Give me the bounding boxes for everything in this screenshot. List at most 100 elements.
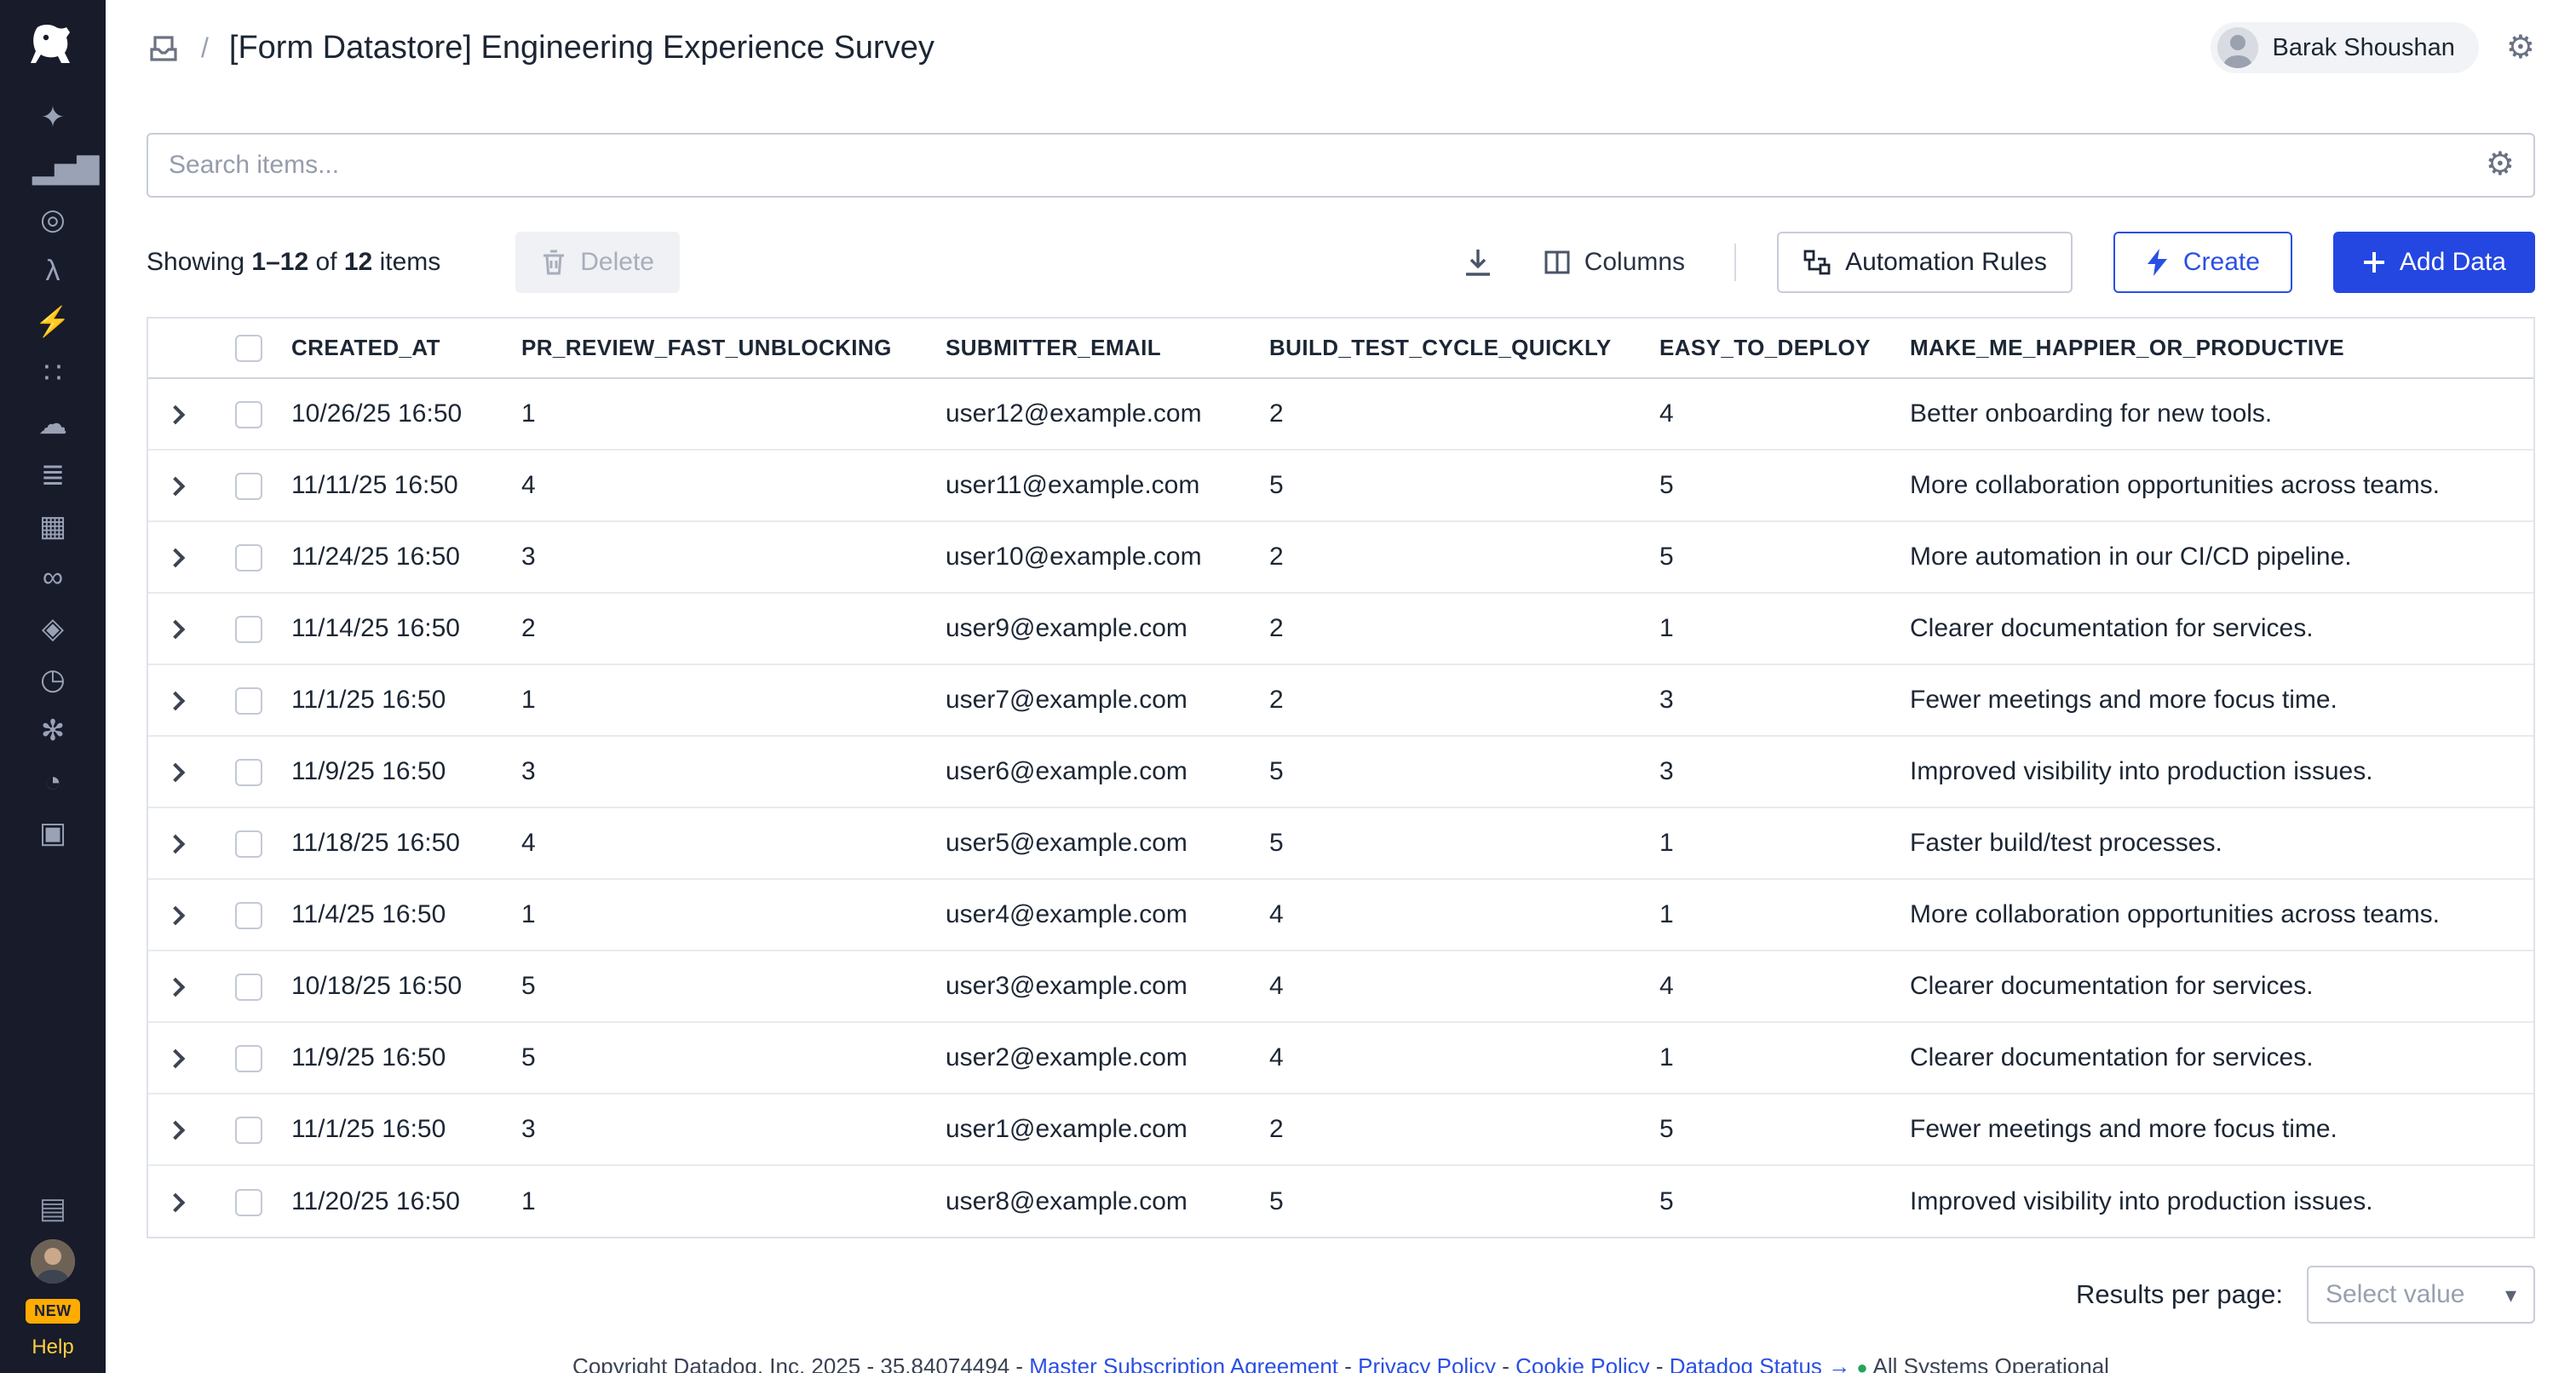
plus-icon	[2362, 250, 2386, 274]
cell-make-me-happier: Clearer documentation for services.	[1886, 1022, 2533, 1094]
cell-build-test: 2	[1245, 378, 1636, 450]
search-settings-gear-icon[interactable]: ⚙	[2486, 148, 2515, 181]
row-expand-chevron-icon[interactable]	[166, 405, 186, 425]
row-checkbox[interactable]	[235, 1045, 262, 1072]
containers-icon[interactable]: ▣	[32, 818, 73, 848]
automation-rules-button[interactable]: Automation Rules	[1777, 232, 2073, 293]
datastore-icon[interactable]	[147, 31, 181, 65]
download-icon[interactable]	[1462, 246, 1494, 279]
datadog-status-link[interactable]: Datadog Status →	[1670, 1353, 1850, 1373]
synthetics-icon[interactable]: ◎	[32, 204, 73, 235]
cell-make-me-happier: Better onboarding for new tools.	[1886, 378, 2533, 450]
row-checkbox[interactable]	[235, 974, 262, 1001]
copyright-text: Copyright Datadog, Inc. 2025 - 35.840744…	[572, 1353, 1029, 1373]
events-icon[interactable]: ⚡	[32, 307, 73, 337]
cookie-policy-link[interactable]: Cookie Policy	[1515, 1353, 1650, 1373]
automation-rules-icon	[1803, 249, 1831, 276]
settings-gear-icon[interactable]: ⚙	[2506, 32, 2535, 64]
column-header-submitter-email[interactable]: SUBMITTER_EMAIL	[922, 319, 1245, 378]
cell-easy-to-deploy: 4	[1636, 378, 1886, 450]
row-checkbox[interactable]	[235, 473, 262, 500]
row-checkbox[interactable]	[235, 759, 262, 786]
cell-easy-to-deploy: 3	[1636, 664, 1886, 736]
cell-pr-review: 1	[497, 879, 922, 951]
table-row: 11/9/25 16:50 5 user2@example.com 4 1 Cl…	[148, 1022, 2533, 1094]
table-body: 10/26/25 16:50 1 user12@example.com 2 4 …	[148, 378, 2533, 1237]
table-row: 11/18/25 16:50 4 user5@example.com 5 1 F…	[148, 807, 2533, 879]
cell-created-at: 11/1/25 16:50	[267, 1094, 497, 1165]
search-input[interactable]	[147, 133, 2535, 198]
datadog-logo-icon[interactable]	[24, 17, 82, 75]
cell-created-at: 11/14/25 16:50	[267, 593, 497, 664]
monitors-icon[interactable]: ◷	[32, 664, 73, 695]
cell-pr-review: 1	[497, 664, 922, 736]
row-expand-chevron-icon[interactable]	[166, 549, 186, 568]
row-checkbox[interactable]	[235, 830, 262, 858]
dashboards-icon[interactable]: ▦	[32, 511, 73, 542]
cell-created-at: 11/20/25 16:50	[267, 1165, 497, 1237]
add-data-button[interactable]: Add Data	[2333, 232, 2535, 293]
column-header-pr-review[interactable]: PR_REVIEW_FAST_UNBLOCKING	[497, 319, 922, 378]
security-icon[interactable]: ◈	[32, 613, 73, 644]
column-header-build-test[interactable]: BUILD_TEST_CYCLE_QUICKLY	[1245, 319, 1636, 378]
row-expand-chevron-icon[interactable]	[166, 477, 186, 497]
cell-created-at: 10/26/25 16:50	[267, 378, 497, 450]
row-checkbox[interactable]	[235, 902, 262, 929]
row-checkbox[interactable]	[235, 1117, 262, 1144]
processes-icon[interactable]: ∷	[32, 358, 73, 388]
help-link[interactable]: Help	[32, 1336, 73, 1359]
row-expand-chevron-icon[interactable]	[166, 1121, 186, 1140]
cell-pr-review: 3	[497, 736, 922, 807]
user-menu[interactable]: Barak Shoushan	[2211, 22, 2478, 73]
msa-link[interactable]: Master Subscription Agreement	[1029, 1353, 1338, 1373]
create-button[interactable]: Create	[2113, 232, 2292, 293]
row-expand-chevron-icon[interactable]	[166, 835, 186, 854]
row-expand-chevron-icon[interactable]	[166, 1049, 186, 1069]
column-header-easy-to-deploy[interactable]: EASY_TO_DEPLOY	[1636, 319, 1886, 378]
sidebar-bottom: ▤ NEW Help	[26, 1193, 80, 1359]
cell-build-test: 4	[1245, 879, 1636, 951]
cloud-icon[interactable]: ☁	[32, 409, 73, 439]
workflows-icon[interactable]: ▤	[32, 1193, 73, 1224]
row-checkbox[interactable]	[235, 616, 262, 643]
cell-submitter-email: user5@example.com	[922, 807, 1245, 879]
cell-make-me-happier: More collaboration opportunities across …	[1886, 450, 2533, 521]
column-header-created-at[interactable]: CREATED_AT	[267, 319, 497, 378]
cell-make-me-happier: Clearer documentation for services.	[1886, 593, 2533, 664]
row-expand-chevron-icon[interactable]	[166, 906, 186, 926]
cell-make-me-happier: More collaboration opportunities across …	[1886, 879, 2533, 951]
row-expand-chevron-icon[interactable]	[166, 620, 186, 640]
error-tracking-icon[interactable]: ✻	[32, 715, 73, 746]
select-all-checkbox[interactable]	[235, 335, 262, 362]
row-checkbox[interactable]	[235, 1189, 262, 1216]
cell-build-test: 2	[1245, 593, 1636, 664]
performance-icon[interactable]: ◔	[32, 767, 73, 797]
column-header-make-me-happier[interactable]: MAKE_ME_HAPPIER_OR_PRODUCTIVE	[1886, 319, 2533, 378]
bits-ai-icon[interactable]: ✦	[32, 102, 73, 133]
cell-easy-to-deploy: 1	[1636, 1022, 1886, 1094]
delete-button[interactable]: Delete	[515, 232, 680, 293]
table-row: 11/24/25 16:50 3 user10@example.com 2 5 …	[148, 521, 2533, 593]
sidebar-user-avatar[interactable]	[31, 1239, 75, 1284]
columns-button[interactable]: Columns	[1535, 232, 1693, 293]
row-checkbox[interactable]	[235, 401, 262, 428]
row-expand-chevron-icon[interactable]	[166, 763, 186, 783]
row-expand-chevron-icon[interactable]	[166, 1192, 186, 1212]
logs-icon[interactable]: ≣	[32, 460, 73, 491]
ci-pipelines-icon[interactable]: ∞	[32, 562, 73, 593]
row-checkbox[interactable]	[235, 687, 262, 715]
toolbar: Showing 1–12 of 12 items Delete C	[147, 232, 2535, 293]
row-expand-chevron-icon[interactable]	[166, 692, 186, 711]
user-avatar	[2217, 27, 2258, 68]
row-expand-chevron-icon[interactable]	[166, 978, 186, 997]
page-footer: Copyright Datadog, Inc. 2025 - 35.840744…	[106, 1353, 2576, 1373]
results-per-page-select[interactable]: Select value ▾	[2307, 1266, 2535, 1324]
cell-created-at: 11/9/25 16:50	[267, 1022, 497, 1094]
table-row: 11/20/25 16:50 1 user8@example.com 5 5 I…	[148, 1165, 2533, 1237]
row-checkbox[interactable]	[235, 544, 262, 572]
metrics-icon[interactable]: ▂▅▇	[32, 153, 73, 184]
privacy-policy-link[interactable]: Privacy Policy	[1358, 1353, 1496, 1373]
serverless-icon[interactable]: λ	[32, 256, 73, 286]
cell-created-at: 11/9/25 16:50	[267, 736, 497, 807]
cell-created-at: 11/1/25 16:50	[267, 664, 497, 736]
